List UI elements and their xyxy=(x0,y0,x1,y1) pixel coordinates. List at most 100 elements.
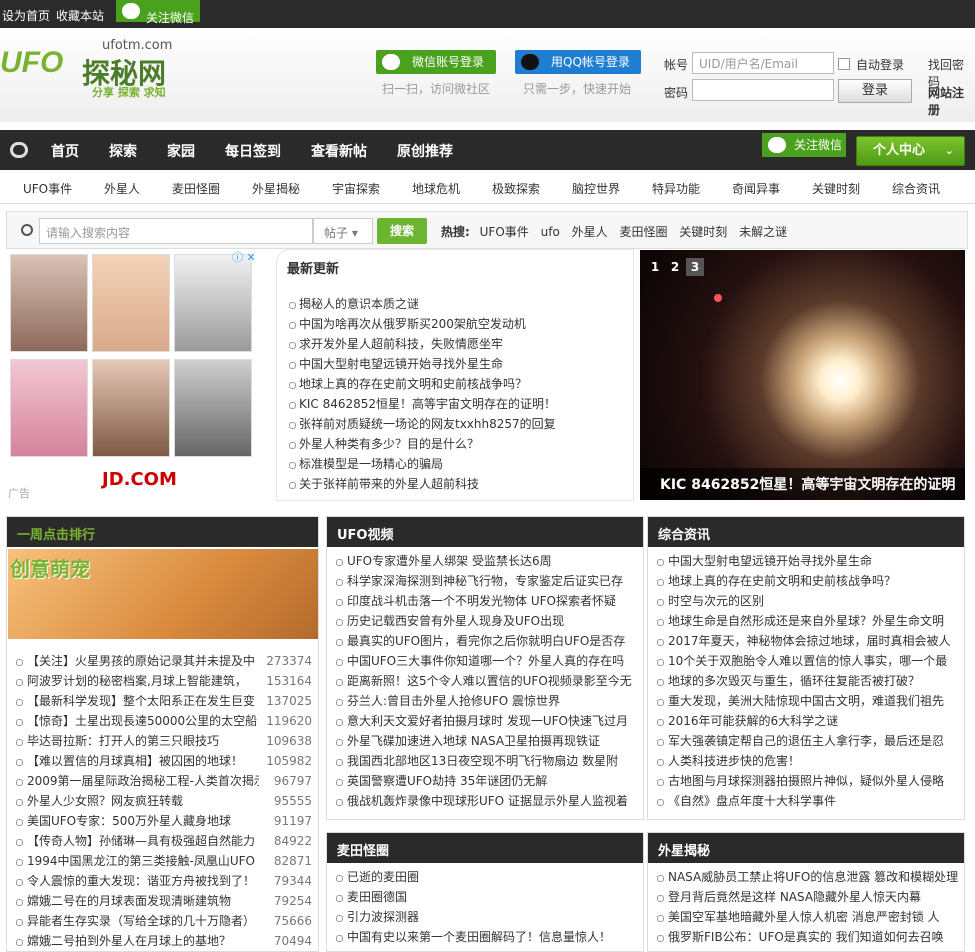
category-extreme[interactable]: 极致探索 xyxy=(492,180,540,197)
search-input[interactable]: 请输入搜索内容 xyxy=(39,218,313,244)
list-item[interactable]: 2017年夏天，神秘物体会掠过地球，届时真相会被人 xyxy=(648,631,964,651)
slide-page-2[interactable]: 2 xyxy=(666,258,684,276)
list-item[interactable]: 科学家深海探测到神秘飞行物，专家鉴定后证实已存 xyxy=(327,571,643,591)
qq-login-button[interactable]: 用QQ帐号登录 xyxy=(515,50,641,74)
list-item[interactable]: 距离新照！这5个令人难以置信的UFO视频录影至今无 xyxy=(327,671,643,691)
list-item[interactable]: 英国警察遭UFO劫持 35年谜团仍无解 xyxy=(327,771,643,791)
list-item[interactable]: 张祥前对质疑统一场论的网友txxhh8257的回复 xyxy=(287,414,556,434)
account-input[interactable]: UID/用户名/Email xyxy=(692,52,834,74)
login-button[interactable]: 登录 xyxy=(838,79,912,103)
table-row[interactable]: 毕达哥拉斯：打开人的第三只眼技巧 109638 xyxy=(7,731,318,751)
list-item[interactable]: UFO专家遭外星人绑架 受监禁长达6周 xyxy=(327,551,643,571)
hot-item[interactable]: 麦田怪圈 xyxy=(619,225,667,239)
list-item[interactable]: 古地图与月球探测器拍摄照片神似，疑似外星人侵略 xyxy=(648,771,964,791)
hot-item[interactable]: ufo xyxy=(541,225,560,239)
table-row[interactable]: 阿波罗计划的秘密档案,月球上智能建筑， 153164 xyxy=(7,671,318,691)
table-row[interactable]: 【难以置信的月球真相】被囚困的地球！ 105982 xyxy=(7,751,318,771)
table-row[interactable]: 美国UFO专家：500万外星人藏身地球 91197 xyxy=(7,811,318,831)
list-item[interactable]: 10个关于双胞胎令人难以置信的惊人事实，哪一个最 xyxy=(648,651,964,671)
list-item[interactable]: 重大发现，美洲大陆惊现中国古文明，难道我们祖先 xyxy=(648,691,964,711)
ad-block[interactable]: ⓘ ✕ JD.COM 广告 xyxy=(6,249,259,501)
list-item[interactable]: 《自然》盘点年度十大科学事件 xyxy=(648,791,964,811)
bookmark-link[interactable]: 收藏本站 xyxy=(56,7,104,24)
table-row[interactable]: 1994中国黑龙江的第三类接触-凤凰山UFO 82871 xyxy=(7,851,318,871)
list-item[interactable]: 中国为啥再次从俄罗斯买200架航空发动机 xyxy=(287,314,556,334)
category-crop-circles[interactable]: 麦田怪圈 xyxy=(172,180,220,197)
list-item[interactable]: 揭秘人的意识本质之谜 xyxy=(287,294,556,314)
list-item[interactable]: 地球生命是自然形成还是来自外星球？外星生命文明 xyxy=(648,611,964,631)
list-item[interactable]: 已逝的麦田圈 xyxy=(327,867,643,887)
category-psychic[interactable]: 特异功能 xyxy=(652,180,700,197)
slide-caption[interactable]: KIC 8462852恒星！高等宇宙文明存在的证明 xyxy=(640,468,965,500)
category-space[interactable]: 宇宙探索 xyxy=(332,180,380,197)
ad-info-icon[interactable]: ⓘ ✕ xyxy=(232,249,262,264)
list-item[interactable]: 中国UFO三大事件你知道哪一个？外星人真的存在吗 xyxy=(327,651,643,671)
list-item[interactable]: 俄罗斯FIB公布：UFO是真实的 我们知道如何去召唤 xyxy=(648,927,964,947)
table-row[interactable]: 【最新科学发现】整个太阳系正在发生巨变 137025 xyxy=(7,691,318,711)
category-ufo-events[interactable]: UFO事件 xyxy=(23,180,72,197)
user-center-button[interactable]: 个人中心 ⌄ xyxy=(856,136,965,166)
nav-follow-wechat-button[interactable]: 关注微信 xyxy=(762,133,846,157)
list-item[interactable]: 地球的多次毁灭与重生，循环往复能否被打破？ xyxy=(648,671,964,691)
list-item[interactable]: 印度战斗机击落一个不明发光物体 UFO探索者怀疑 xyxy=(327,591,643,611)
table-row[interactable]: 外星人少女照？网友疯狂转载 95555 xyxy=(7,791,318,811)
list-item[interactable]: 中国大型射电望远镜开始寻找外星生命 xyxy=(287,354,556,374)
table-row[interactable]: 2009第一届星际政治揭秘工程-人类首次揭示 96797 xyxy=(7,771,318,791)
list-item[interactable]: 美国空军基地暗藏外星人惊人机密 消息严密封锁 人 xyxy=(648,907,964,927)
table-row[interactable]: 【惊奇】土星出现長達50000公里的太空船 119620 xyxy=(7,711,318,731)
ad-thumbnail[interactable] xyxy=(92,254,170,352)
hot-item[interactable]: 外星人 xyxy=(572,225,608,239)
list-item[interactable]: 登月背后竟然是这样 NASA隐藏外星人惊天内幕 xyxy=(648,887,964,907)
nav-item-original[interactable]: 原创推荐 xyxy=(397,141,453,161)
list-item[interactable]: 时空与次元的区别 xyxy=(648,591,964,611)
search-type-select[interactable]: 帖子 ▾ xyxy=(313,218,373,244)
follow-wechat-top-button[interactable]: 关注微信 xyxy=(116,0,200,25)
set-home-link[interactable]: 设为首页 xyxy=(2,7,50,24)
nav-item-checkin[interactable]: 每日签到 xyxy=(225,141,281,161)
hot-item[interactable]: 关键时刻 xyxy=(679,225,727,239)
list-item[interactable]: NASA威胁员工禁止将UFO的信息泄露 篡改和模糊处理 xyxy=(648,867,964,887)
list-item[interactable]: 麦田圈德国 xyxy=(327,887,643,907)
hot-item[interactable]: UFO事件 xyxy=(480,225,529,239)
slide-page-3[interactable]: 3 xyxy=(686,258,704,276)
table-row[interactable]: 【关注】火星男孩的原始记录其并未提及中 273374 xyxy=(7,651,318,671)
list-item[interactable]: 最真实的UFO图片，看完你之后你就明白UFO是否存 xyxy=(327,631,643,651)
list-item[interactable]: 意大利天文爱好者拍摄月球时 发现一UFO快速飞过月 xyxy=(327,711,643,731)
category-oddities[interactable]: 奇闻异事 xyxy=(732,180,780,197)
slide-page-1[interactable]: 1 xyxy=(646,258,664,276)
category-earth-crisis[interactable]: 地球危机 xyxy=(412,180,460,197)
hot-item[interactable]: 未解之谜 xyxy=(739,225,787,239)
list-item[interactable]: 关于张祥前带来的外星人超前科技 xyxy=(287,474,556,494)
list-item[interactable]: 俄战机轰炸录像中现球形UFO 证据显示外星人监视着 xyxy=(327,791,643,811)
list-item[interactable]: 我国西北部地区13日夜空现不明飞行物扇边 数星附 xyxy=(327,751,643,771)
register-link[interactable]: 网站注册 xyxy=(928,84,975,118)
ad-thumbnail[interactable] xyxy=(10,359,88,457)
table-row[interactable]: 异能者生存实录（写给全球的几十万隐者） 75666 xyxy=(7,911,318,931)
list-item[interactable]: 军大强袭镇定帮自己的退伍主人拿行李，最后还是忍 xyxy=(648,731,964,751)
list-item[interactable]: 历史记载西安曾有外星人现身及UFO出现 xyxy=(327,611,643,631)
list-item[interactable]: 中国大型射电望远镜开始寻找外星生命 xyxy=(648,551,964,571)
list-item[interactable]: 地球上真的存在史前文明和史前核战争吗？ xyxy=(648,571,964,591)
nav-item-home[interactable]: 首页 xyxy=(51,141,79,161)
wechat-login-button[interactable]: 微信账号登录 xyxy=(376,50,496,74)
ad-thumbnail[interactable] xyxy=(10,254,88,352)
table-row[interactable]: 嫦娥二号拍到外星人在月球上的基地？ 70494 xyxy=(7,931,318,951)
category-key-moments[interactable]: 关键时刻 xyxy=(812,180,860,197)
list-item[interactable]: 2016年可能获解的6大科学之谜 xyxy=(648,711,964,731)
category-news[interactable]: 综合资讯 xyxy=(892,180,940,197)
nav-item-explore[interactable]: 探索 xyxy=(109,141,137,161)
list-item[interactable]: 外星人种类有多少？目的是什么？ xyxy=(287,434,556,454)
table-row[interactable]: 【传奇人物】孙储琳—具有极强超自然能力 84922 xyxy=(7,831,318,851)
list-item[interactable]: 引力波探测器 xyxy=(327,907,643,927)
list-item[interactable]: 芬兰人:曾目击外星人抢修UFO 震惊世界 xyxy=(327,691,643,711)
list-item[interactable]: 中国有史以来第一个麦田圈解码了！信息量惊人！ xyxy=(327,927,643,947)
auto-login-checkbox[interactable] xyxy=(838,58,850,70)
table-row[interactable]: 嫦娥二号在的月球表面发现清晰建筑物 79254 xyxy=(7,891,318,911)
list-item[interactable]: 人类科技进步快的危害！ xyxy=(648,751,964,771)
list-item[interactable]: KIC 8462852恒星！高等宇宙文明存在的证明！ xyxy=(287,394,556,414)
home-icon[interactable] xyxy=(10,142,28,158)
category-mind-control[interactable]: 脑控世界 xyxy=(572,180,620,197)
list-item[interactable]: 地球上真的存在史前文明和史前核战争吗？ xyxy=(287,374,556,394)
category-aliens[interactable]: 外星人 xyxy=(104,180,140,197)
site-logo[interactable]: UFO 探秘网 ufotm.com 分享 探索 求知 xyxy=(0,38,185,99)
